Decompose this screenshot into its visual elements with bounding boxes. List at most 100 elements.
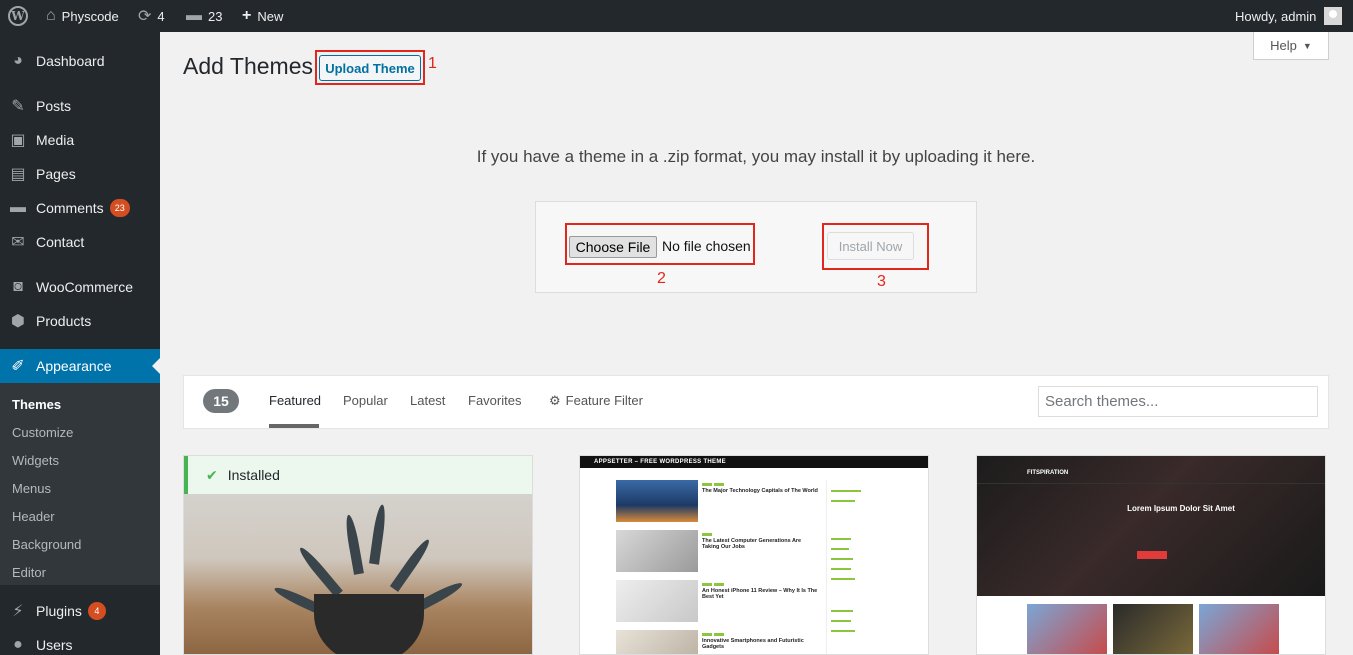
submenu-widgets[interactable]: Widgets bbox=[12, 453, 59, 468]
comments-link[interactable]: ▬ 23 bbox=[186, 0, 222, 32]
submenu-customize[interactable]: Customize bbox=[12, 425, 73, 440]
box-icon: ⬢ bbox=[11, 313, 25, 330]
comments-count: 23 bbox=[208, 8, 223, 24]
help-tab-button[interactable]: Help ▼ bbox=[1253, 32, 1329, 60]
brush-icon: ✐ bbox=[11, 358, 25, 375]
submenu-themes[interactable]: Themes bbox=[12, 397, 61, 412]
fitspiration-thumbnail bbox=[1027, 604, 1107, 654]
sidebar-item-label: Posts bbox=[36, 98, 72, 114]
post-title: Innovative Smartphones and Futuristic Ga… bbox=[702, 638, 804, 650]
sidebar-item-pages[interactable]: ▤ Pages bbox=[0, 157, 160, 191]
avatar bbox=[1324, 7, 1343, 25]
comments-badge: 23 bbox=[109, 199, 130, 217]
greeting: Howdy, admin bbox=[1235, 8, 1317, 24]
sidebar-item-comments[interactable]: ▬ Comments 23 bbox=[0, 191, 160, 225]
admin-sidebar: ◕ Dashboard ✎ Posts ▣ Media ▤ Pages ▬ Co… bbox=[0, 32, 160, 655]
plant-pot bbox=[314, 594, 424, 654]
post-thumbnail bbox=[616, 480, 698, 522]
fitspiration-hero: FITSPIRATION Lorem Ipsum Dolor Sit Amet bbox=[977, 456, 1325, 596]
sidebar-item-label: Plugins bbox=[36, 603, 82, 619]
annotation-box-1 bbox=[315, 50, 425, 85]
sidebar-item-appearance[interactable]: ✐ Appearance bbox=[0, 349, 160, 383]
woo-icon: ◙ bbox=[13, 278, 23, 295]
tab-popular[interactable]: Popular bbox=[343, 393, 388, 408]
comment-bubble-icon: ▬ bbox=[186, 7, 202, 24]
admin-bar: W ⌂ Physcode ⟳ 4 ▬ 23 + New Howdy, admin bbox=[0, 0, 1353, 32]
sidebar-item-label: Contact bbox=[36, 234, 85, 250]
site-name-link[interactable]: ⌂ Physcode bbox=[46, 0, 119, 32]
search-themes-input[interactable] bbox=[1038, 386, 1318, 417]
submenu-header[interactable]: Header bbox=[12, 509, 55, 524]
sidebar-item-posts[interactable]: ✎ Posts bbox=[0, 89, 160, 123]
submenu-menus[interactable]: Menus bbox=[12, 481, 51, 496]
plant-leaf bbox=[389, 536, 433, 592]
updates-link[interactable]: ⟳ 4 bbox=[138, 0, 165, 32]
new-content-link[interactable]: + New bbox=[242, 0, 283, 32]
user-icon: ● bbox=[13, 636, 23, 653]
upload-description: If you have a theme in a .zip format, yo… bbox=[476, 147, 1036, 166]
appsetter-sidebar bbox=[826, 480, 888, 654]
sidebar-item-plugins[interactable]: ⚡ Plugins 4 bbox=[0, 594, 160, 628]
post-thumbnail bbox=[616, 630, 698, 654]
account-menu[interactable]: Howdy, admin bbox=[1235, 0, 1343, 32]
annotation-box-3 bbox=[822, 223, 929, 270]
sidebar-item-dashboard[interactable]: ◕ Dashboard bbox=[0, 44, 160, 78]
post-thumbnail bbox=[616, 530, 698, 572]
new-label: New bbox=[257, 8, 284, 24]
theme-card-fitspiration[interactable]: FITSPIRATION Lorem Ipsum Dolor Sit Amet bbox=[976, 455, 1326, 655]
sidebar-item-products[interactable]: ⬢ Products bbox=[0, 304, 160, 338]
site-name: Physcode bbox=[61, 8, 119, 24]
fitspiration-thumbnail bbox=[1199, 604, 1279, 654]
installed-label: Installed bbox=[227, 467, 280, 483]
dashboard-icon: ◕ bbox=[13, 52, 23, 69]
submenu-background[interactable]: Background bbox=[12, 537, 81, 552]
post-title: An Honest iPhone 11 Review – Why It Is T… bbox=[702, 588, 818, 600]
annotation-number-3: 3 bbox=[877, 273, 886, 290]
sidebar-item-woocommerce[interactable]: ◙ WooCommerce bbox=[0, 270, 160, 304]
post-title: The Major Technology Capitals of The Wor… bbox=[702, 488, 818, 494]
comment-icon: ▬ bbox=[10, 199, 26, 216]
feature-filter-label: Feature Filter bbox=[565, 393, 643, 408]
sidebar-item-label: Pages bbox=[36, 166, 76, 182]
fitspiration-hero-title: Lorem Ipsum Dolor Sit Amet bbox=[1127, 504, 1235, 513]
pin-icon: ✎ bbox=[11, 98, 25, 115]
post-thumbnail bbox=[616, 580, 698, 622]
submenu-editor[interactable]: Editor bbox=[12, 565, 46, 580]
active-tab-indicator bbox=[269, 424, 319, 428]
checkmark-icon: ✔ bbox=[206, 466, 218, 483]
plant-leaf bbox=[369, 503, 388, 565]
updates-count: 4 bbox=[157, 8, 165, 24]
annotation-number-2: 2 bbox=[657, 270, 666, 287]
sidebar-item-media[interactable]: ▣ Media bbox=[0, 123, 160, 157]
plug-icon: ⚡ bbox=[12, 603, 24, 620]
feature-filter-button[interactable]: ⚙ Feature Filter bbox=[549, 393, 643, 409]
media-icon: ▣ bbox=[10, 132, 26, 149]
tab-featured[interactable]: Featured bbox=[269, 393, 321, 408]
tab-favorites[interactable]: Favorites bbox=[468, 393, 521, 408]
plant-leaf bbox=[343, 514, 364, 575]
gear-icon: ⚙ bbox=[549, 393, 561, 408]
sidebar-item-label: Appearance bbox=[36, 358, 112, 374]
fitspiration-logo: FITSPIRATION bbox=[1027, 470, 1069, 476]
tab-latest[interactable]: Latest bbox=[410, 393, 445, 408]
theme-card-appsetter[interactable]: APPSETTER – FREE WORDPRESS THEME The Maj… bbox=[579, 455, 929, 655]
caret-down-icon: ▼ bbox=[1302, 40, 1312, 51]
appsetter-post: Innovative Smartphones and Futuristic Ga… bbox=[616, 628, 816, 654]
sidebar-item-contact[interactable]: ✉ Contact bbox=[0, 225, 160, 259]
post-title: The Latest Computer Generations Are Taki… bbox=[702, 538, 802, 550]
installed-notice: ✔ Installed bbox=[184, 456, 532, 494]
sidebar-item-label: Media bbox=[36, 132, 75, 148]
theme-card-installed[interactable]: ✔ Installed bbox=[183, 455, 533, 655]
pages-icon: ▤ bbox=[10, 166, 26, 183]
sidebar-item-users[interactable]: ● Users bbox=[0, 628, 160, 655]
annotation-number-1: 1 bbox=[428, 55, 437, 72]
wordpress-logo-icon[interactable]: W bbox=[8, 0, 28, 32]
home-icon: ⌂ bbox=[46, 7, 56, 24]
help-label: Help bbox=[1270, 38, 1297, 53]
sidebar-item-label: Products bbox=[36, 313, 92, 329]
sidebar-item-label: Comments bbox=[36, 200, 104, 216]
sidebar-item-label: Dashboard bbox=[36, 53, 105, 69]
envelope-icon: ✉ bbox=[11, 234, 25, 251]
sidebar-item-label: Users bbox=[36, 637, 73, 653]
theme-count: 15 bbox=[203, 389, 239, 413]
